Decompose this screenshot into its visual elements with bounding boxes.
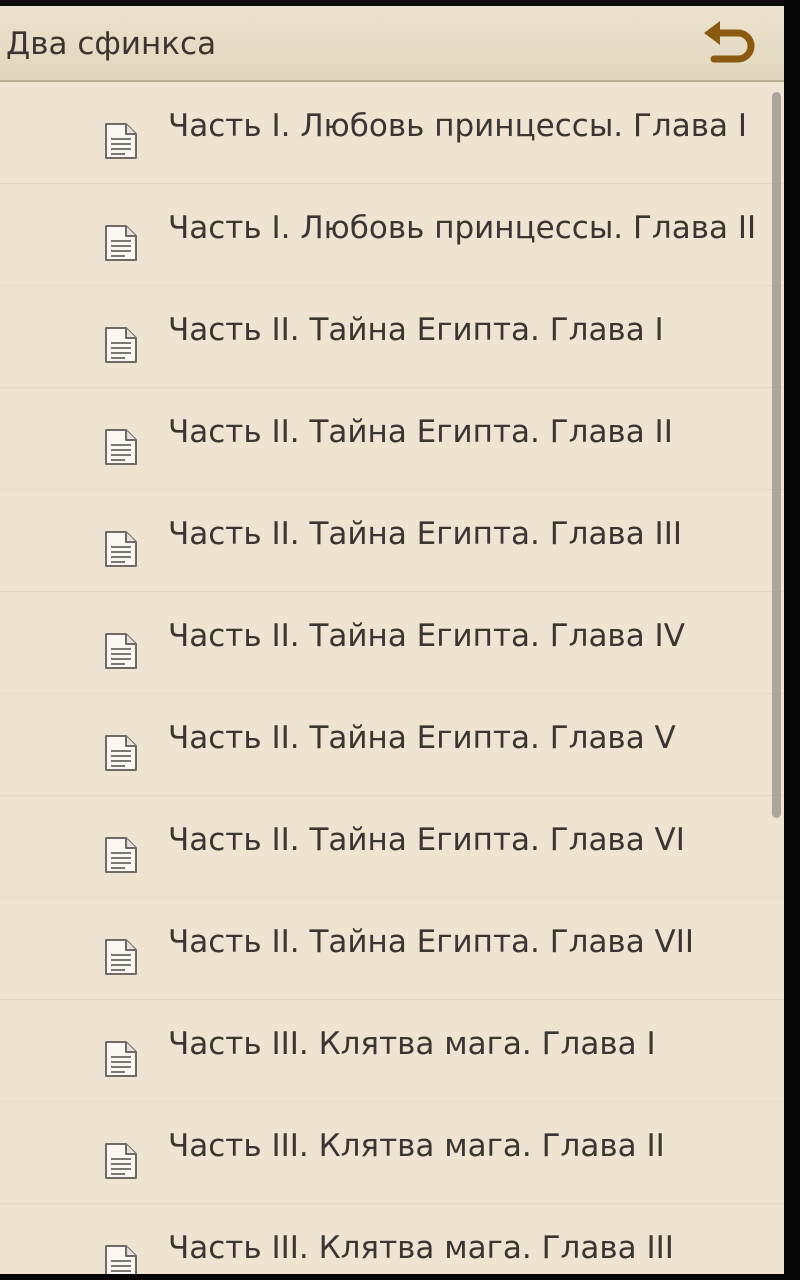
chapter-list: Часть I. Любовь принцессы. Глава I Часть… xyxy=(0,82,784,1274)
chapter-title: Часть II. Тайна Египта. Глава II xyxy=(168,414,673,450)
page-title: Два сфинкса xyxy=(6,26,217,62)
back-button[interactable] xyxy=(700,18,766,72)
book-contents-screen: Два сфинкса Часть I. Любовь принцессы. Г… xyxy=(0,6,784,1274)
chapter-title: Часть II. Тайна Египта. Глава V xyxy=(168,720,676,756)
chapter-item[interactable]: Часть II. Тайна Египта. Глава V xyxy=(0,694,784,796)
screen-edge-right xyxy=(784,0,800,1280)
chapter-item[interactable]: Часть II. Тайна Египта. Глава VII xyxy=(0,898,784,1000)
chapter-item[interactable]: Часть III. Клятва мага. Глава II xyxy=(0,1102,784,1204)
chapter-item[interactable]: Часть II. Тайна Египта. Глава VI xyxy=(0,796,784,898)
chapter-title: Часть III. Клятва мага. Глава III xyxy=(168,1230,674,1266)
chapter-item[interactable]: Часть II. Тайна Египта. Глава I xyxy=(0,286,784,388)
document-icon xyxy=(105,1245,137,1274)
chapter-item[interactable]: Часть III. Клятва мага. Глава III xyxy=(0,1204,784,1274)
chapter-title: Часть III. Клятва мага. Глава I xyxy=(168,1026,656,1062)
title-bar: Два сфинкса xyxy=(0,6,784,82)
chapter-item[interactable]: Часть II. Тайна Египта. Глава IV xyxy=(0,592,784,694)
document-icon xyxy=(105,633,137,669)
document-icon xyxy=(105,837,137,873)
chapter-title: Часть II. Тайна Египта. Глава III xyxy=(168,516,682,552)
scrollbar-thumb[interactable] xyxy=(772,92,781,818)
chapter-title: Часть I. Любовь принцессы. Глава II xyxy=(168,210,757,246)
chapter-item[interactable]: Часть II. Тайна Египта. Глава II xyxy=(0,388,784,490)
document-icon xyxy=(105,123,137,159)
chapter-title: Часть II. Тайна Египта. Глава VII xyxy=(168,924,695,960)
screen-edge-bottom xyxy=(0,1274,800,1280)
back-arrow-icon xyxy=(704,21,755,63)
document-icon xyxy=(105,327,137,363)
chapter-item[interactable]: Часть III. Клятва мага. Глава I xyxy=(0,1000,784,1102)
document-icon xyxy=(105,225,137,261)
document-icon xyxy=(105,939,137,975)
document-icon xyxy=(105,531,137,567)
document-icon xyxy=(105,429,137,465)
document-icon xyxy=(105,1143,137,1179)
screen: Два сфинкса Часть I. Любовь принцессы. Г… xyxy=(0,0,800,1280)
chapter-item[interactable]: Часть I. Любовь принцессы. Глава II xyxy=(0,184,784,286)
chapter-item[interactable]: Часть II. Тайна Египта. Глава III xyxy=(0,490,784,592)
chapter-title: Часть I. Любовь принцессы. Глава I xyxy=(168,108,747,144)
chapter-title: Часть II. Тайна Египта. Глава IV xyxy=(168,618,685,654)
chapter-title: Часть II. Тайна Египта. Глава I xyxy=(168,312,664,348)
chapter-item[interactable]: Часть I. Любовь принцессы. Глава I xyxy=(0,82,784,184)
chapter-title: Часть III. Клятва мага. Глава II xyxy=(168,1128,665,1164)
document-icon xyxy=(105,735,137,771)
document-icon xyxy=(105,1041,137,1077)
chapter-title: Часть II. Тайна Египта. Глава VI xyxy=(168,822,685,858)
